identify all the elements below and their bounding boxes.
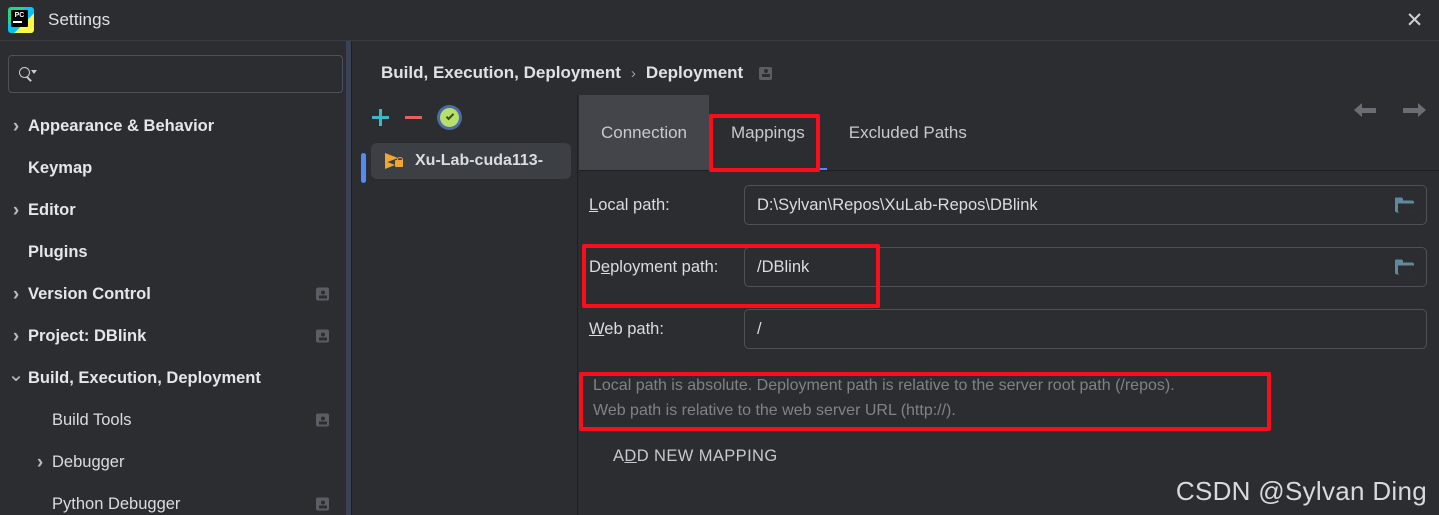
field-value: D:\Sylvan\Repos\XuLab-Repos\DBlink	[757, 195, 1038, 214]
watermark: CSDN @Sylvan Ding	[1175, 476, 1427, 506]
server-list: Xu-Lab-cuda113-	[353, 139, 577, 179]
tab-mappings[interactable]: Mappings	[709, 95, 827, 171]
help-line-1: Local path is absolute. Deployment path …	[593, 377, 1175, 394]
server-name: Xu-Lab-cuda113-	[415, 152, 544, 169]
sidebar-item-debugger[interactable]: › Debugger	[0, 441, 351, 483]
sidebar-item-label: Project: DBlink	[28, 326, 147, 345]
breadcrumb-root[interactable]: Build, Execution, Deployment	[381, 63, 621, 83]
sidebar-item-label: Editor	[28, 200, 76, 219]
sidebar-item-python-debugger[interactable]: Python Debugger	[0, 483, 351, 515]
sidebar-item-editor[interactable]: › Editor	[0, 189, 351, 231]
web-path-row: Web path: /	[579, 305, 1439, 353]
tab-label: Excluded Paths	[848, 123, 967, 142]
chevron-right-icon[interactable]: ›	[4, 117, 28, 136]
server-list-panel: Xu-Lab-cuda113-	[353, 95, 578, 515]
settings-sidebar: › Appearance & Behavior Keymap › Editor Plugi…	[0, 41, 352, 515]
field-value: /DBlink	[757, 257, 810, 276]
help-line-2: Web path is relative to the web server U…	[593, 402, 956, 419]
tab-label: Connection	[601, 123, 688, 142]
project-scope-icon	[759, 66, 773, 80]
sidebar-item-keymap[interactable]: Keymap	[0, 147, 351, 189]
breadcrumb-separator: ›	[630, 64, 636, 82]
add-mapping-prefix: A	[613, 447, 625, 465]
deployment-path-row: Deployment path: /DBlink	[579, 243, 1439, 291]
label-suffix: ocal path:	[598, 195, 670, 214]
chevron-right-icon[interactable]: ›	[4, 327, 28, 346]
label-mnemonic: W	[589, 319, 605, 338]
chevron-right-icon[interactable]: ›	[4, 201, 28, 220]
folder-icon[interactable]	[1395, 197, 1414, 213]
check-badge-icon[interactable]	[437, 104, 462, 130]
label-mnemonic: e	[600, 257, 611, 276]
settings-tree: › Appearance & Behavior Keymap › Editor Plugi…	[0, 105, 351, 515]
project-scope-icon	[316, 413, 329, 427]
sidebar-item-build-execution-deployment[interactable]: ⌄ Build, Execution, Deployment	[0, 357, 351, 399]
search-wrapper	[0, 41, 351, 93]
chevron-right-icon[interactable]: ›	[4, 285, 28, 304]
minus-icon[interactable]	[404, 108, 423, 127]
plus-icon[interactable]	[371, 108, 390, 127]
sidebar-item-appearance-behavior[interactable]: › Appearance & Behavior	[0, 105, 351, 147]
label-prefix: D	[589, 257, 601, 276]
breadcrumb: Build, Execution, Deployment › Deploymen…	[381, 63, 773, 83]
add-mapping-mnemonic: D	[624, 447, 637, 465]
add-new-mapping-button[interactable]: ADD NEW MAPPING	[613, 447, 1439, 466]
search-input[interactable]	[8, 55, 343, 93]
project-scope-icon	[316, 287, 329, 301]
list-item[interactable]: Xu-Lab-cuda113-	[371, 143, 571, 179]
search-icon	[19, 66, 37, 82]
sidebar-item-label: Appearance & Behavior	[28, 116, 215, 135]
sftp-server-icon	[385, 152, 407, 170]
sidebar-item-label: Python Debugger	[52, 494, 181, 513]
local-path-input[interactable]: D:\Sylvan\Repos\XuLab-Repos\DBlink	[744, 185, 1427, 225]
deployment-path-label: Deployment path:	[579, 258, 744, 277]
chevron-down-icon[interactable]: ⌄	[4, 365, 28, 385]
sidebar-scrollbar[interactable]	[346, 41, 351, 515]
sidebar-item-label: Keymap	[28, 158, 93, 177]
add-mapping-suffix: D NEW MAPPING	[636, 447, 778, 465]
chevron-right-icon[interactable]: ›	[28, 453, 52, 472]
local-path-label: Local path:	[579, 196, 744, 215]
tab-strip: Connection Mappings Excluded Paths	[579, 95, 1439, 171]
settings-dialog: PC Settings ✕ › Appearance & Behavior Keym…	[0, 0, 1439, 515]
local-path-row: Local path: D:\Sylvan\Repos\XuLab-Repos\D…	[579, 181, 1439, 229]
server-toolbar	[353, 95, 577, 139]
sidebar-item-label: Build Tools	[52, 410, 132, 429]
tab-label: Mappings	[731, 123, 805, 142]
main-panel: Build, Execution, Deployment › Deploymen…	[353, 41, 1439, 515]
sidebar-item-project-dblink[interactable]: › Project: DBlink	[0, 315, 351, 357]
project-scope-icon	[316, 329, 329, 343]
label-suffix: ployment path:	[610, 257, 719, 276]
sidebar-item-label: Build, Execution, Deployment	[28, 368, 261, 387]
sidebar-item-label: Debugger	[52, 452, 125, 471]
sidebar-item-label: Version Control	[28, 284, 151, 303]
label-suffix: eb path:	[604, 319, 664, 338]
close-icon[interactable]: ✕	[1390, 0, 1439, 41]
breadcrumb-current: Deployment	[645, 63, 744, 82]
tab-excluded-paths[interactable]: Excluded Paths	[827, 95, 989, 171]
sidebar-item-build-tools[interactable]: Build Tools	[0, 399, 351, 441]
web-path-label: Web path:	[579, 320, 744, 339]
mappings-form: Local path: D:\Sylvan\Repos\XuLab-Repos\D…	[579, 181, 1439, 466]
sidebar-item-label: Plugins	[28, 242, 88, 261]
sidebar-item-plugins[interactable]: Plugins	[0, 231, 351, 273]
project-scope-icon	[316, 497, 329, 511]
window-title: Settings	[48, 10, 111, 29]
tab-divider	[579, 170, 1439, 171]
title-bar: PC Settings ✕	[0, 0, 1439, 41]
field-value: /	[757, 319, 762, 338]
deployment-path-input[interactable]: /DBlink	[744, 247, 1427, 287]
sidebar-item-version-control[interactable]: › Version Control	[0, 273, 351, 315]
tab-connection[interactable]: Connection	[579, 95, 710, 171]
help-text: Local path is absolute. Deployment path …	[583, 367, 1275, 431]
pycharm-logo-icon: PC	[8, 7, 34, 33]
label-mnemonic: L	[589, 195, 599, 214]
folder-icon[interactable]	[1395, 259, 1414, 275]
web-path-input[interactable]: /	[744, 309, 1427, 349]
